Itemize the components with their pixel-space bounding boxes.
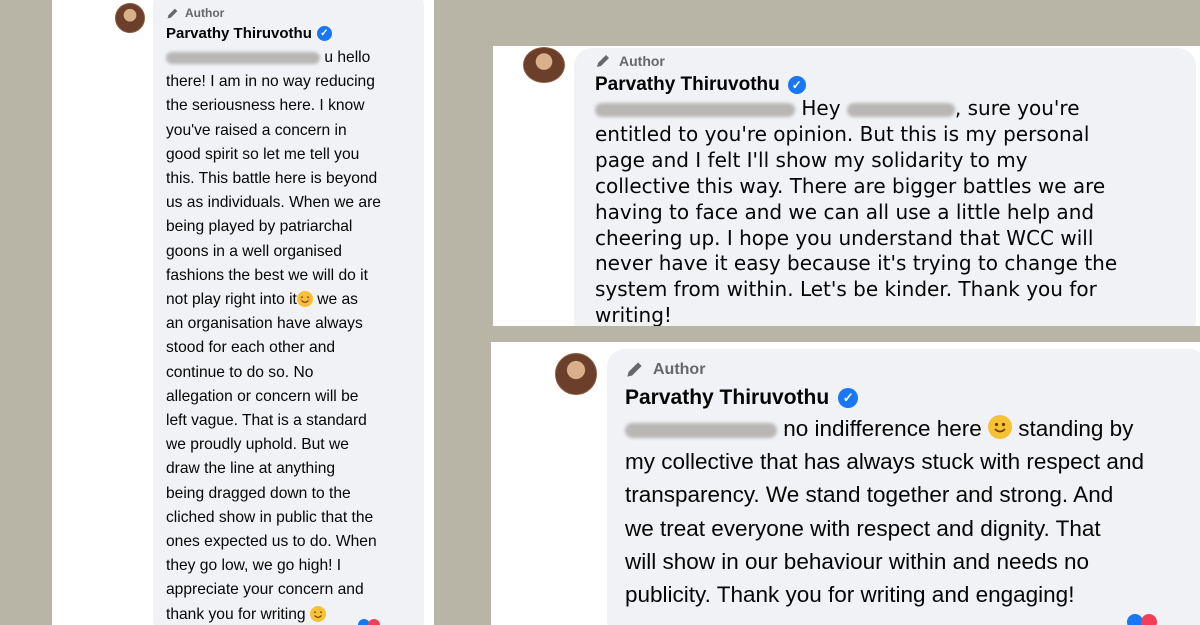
verified-badge-icon: ✓ bbox=[316, 26, 332, 41]
comment-line: no indifference here standing by bbox=[625, 412, 1200, 445]
comment-line: never have it easy because it's trying t… bbox=[595, 251, 1118, 276]
comment-panel-3: Author Parvathy Thiruvothu ✓ no indiffer… bbox=[491, 342, 1200, 625]
comment-line: not play right into it we as bbox=[166, 291, 358, 309]
comment-line: Hey , sure you're bbox=[595, 96, 1195, 122]
author-label: Author bbox=[185, 6, 225, 20]
comment-line: cheering up. I hope you understand that … bbox=[595, 225, 1094, 250]
comment-line: ones expected us to do. When bbox=[166, 533, 377, 551]
avatar[interactable] bbox=[523, 47, 565, 83]
comment-line: draw the line at anything bbox=[166, 460, 336, 478]
comment-line: collective this way. There are bigger ba… bbox=[595, 173, 1106, 198]
comment-line: us as individuals. When we are bbox=[166, 194, 381, 212]
comment-line: fashions the best we will do it bbox=[166, 266, 368, 284]
comment-line: you've raised a concern in bbox=[166, 121, 347, 139]
commenter-name-row: Parvathy Thiruvothu ✓ bbox=[625, 386, 859, 410]
comment-line: stood for each other and bbox=[166, 339, 336, 357]
commenter-name-row: Parvathy Thiruvothu ✓ bbox=[595, 74, 806, 96]
comment-line: we proudly uphold. But we bbox=[166, 436, 349, 454]
comment-line: entitled to you're opinion. But this is … bbox=[595, 121, 1090, 146]
commenter-name[interactable]: Parvathy Thiruvothu bbox=[166, 25, 312, 42]
pencil-icon bbox=[167, 8, 178, 18]
author-tag: Author bbox=[595, 53, 665, 69]
comment-line: being played by patriarchal bbox=[166, 218, 353, 236]
comment-line: thank you for writing bbox=[166, 603, 422, 625]
comment-line: an organisation have always bbox=[166, 315, 363, 333]
verified-badge-icon: ✓ bbox=[838, 388, 859, 408]
author-label: Author bbox=[619, 53, 665, 69]
pencil-icon bbox=[597, 55, 609, 67]
comment-line: allegation or concern will be bbox=[166, 387, 359, 405]
verified-badge-icon: ✓ bbox=[787, 76, 806, 94]
comment-line: continue to do so. No bbox=[166, 363, 314, 381]
avatar[interactable] bbox=[115, 3, 145, 33]
comment-line: writing! bbox=[595, 303, 672, 326]
comment-line: we treat everyone with respect and digni… bbox=[625, 515, 1101, 541]
redacted-mention bbox=[595, 102, 795, 117]
blushing-face-icon bbox=[309, 605, 326, 622]
commenter-name[interactable]: Parvathy Thiruvothu bbox=[595, 74, 780, 96]
redacted-mention bbox=[625, 422, 777, 438]
redacted-mention bbox=[846, 102, 955, 117]
pencil-icon bbox=[627, 362, 642, 377]
comment-panel-2: Author Parvathy Thiruvothu ✓ Hey , sure … bbox=[493, 46, 1200, 326]
comment-panel-1: Author Parvathy Thiruvothu ✓ u hello the… bbox=[52, 0, 434, 625]
comment-text: Hey , sure you're entitled to you're opi… bbox=[595, 96, 1195, 326]
comment-line: cliched show in public that the bbox=[166, 508, 374, 526]
comment-line: they go low, we go high! I bbox=[166, 557, 342, 575]
comment-line: this. This battle here is beyond bbox=[166, 170, 378, 188]
comment-line: there! I am in no way reducing bbox=[166, 73, 375, 91]
author-tag: Author bbox=[625, 360, 705, 379]
author-label: Author bbox=[653, 360, 706, 378]
blushing-face-icon bbox=[296, 291, 313, 308]
redacted-mention bbox=[166, 51, 320, 64]
comment-line: having to face and we can all use a litt… bbox=[595, 199, 1095, 224]
author-tag: Author bbox=[166, 6, 224, 20]
comment-line: will show in our behaviour within and ne… bbox=[625, 548, 1090, 574]
comment-line: page and I felt I'll show my solidarity … bbox=[595, 147, 1028, 172]
comment-line: goons in a well organised bbox=[166, 242, 342, 260]
commenter-name[interactable]: Parvathy Thiruvothu bbox=[625, 386, 829, 410]
comment-line: left vague. That is a standard bbox=[166, 412, 367, 430]
comment-line: being dragged down to the bbox=[166, 484, 351, 502]
comment-text: u hello there! I am in no way reducing t… bbox=[166, 46, 422, 625]
comment-line: appreciate your concern and bbox=[166, 581, 364, 599]
avatar[interactable] bbox=[555, 353, 597, 395]
comment-text: no indifference here standing by my coll… bbox=[625, 412, 1200, 611]
smiling-face-icon bbox=[988, 415, 1013, 439]
comment-line: the seriousness here. I know bbox=[166, 97, 365, 115]
comment-line: u hello bbox=[166, 46, 422, 70]
comment-line: publicity. Thank you for writing and eng… bbox=[625, 582, 1075, 608]
commenter-name-row: Parvathy Thiruvothu ✓ bbox=[166, 25, 332, 42]
comment-line: system from within. Let's be kinder. Tha… bbox=[595, 277, 1097, 302]
reaction-icon[interactable] bbox=[368, 619, 380, 625]
comment-line: transparency. We stand together and stro… bbox=[625, 482, 1114, 508]
reaction-icon[interactable] bbox=[1141, 614, 1157, 625]
comment-line: good spirit so let me tell you bbox=[166, 145, 360, 163]
comment-line: my collective that has always stuck with… bbox=[625, 449, 1144, 475]
